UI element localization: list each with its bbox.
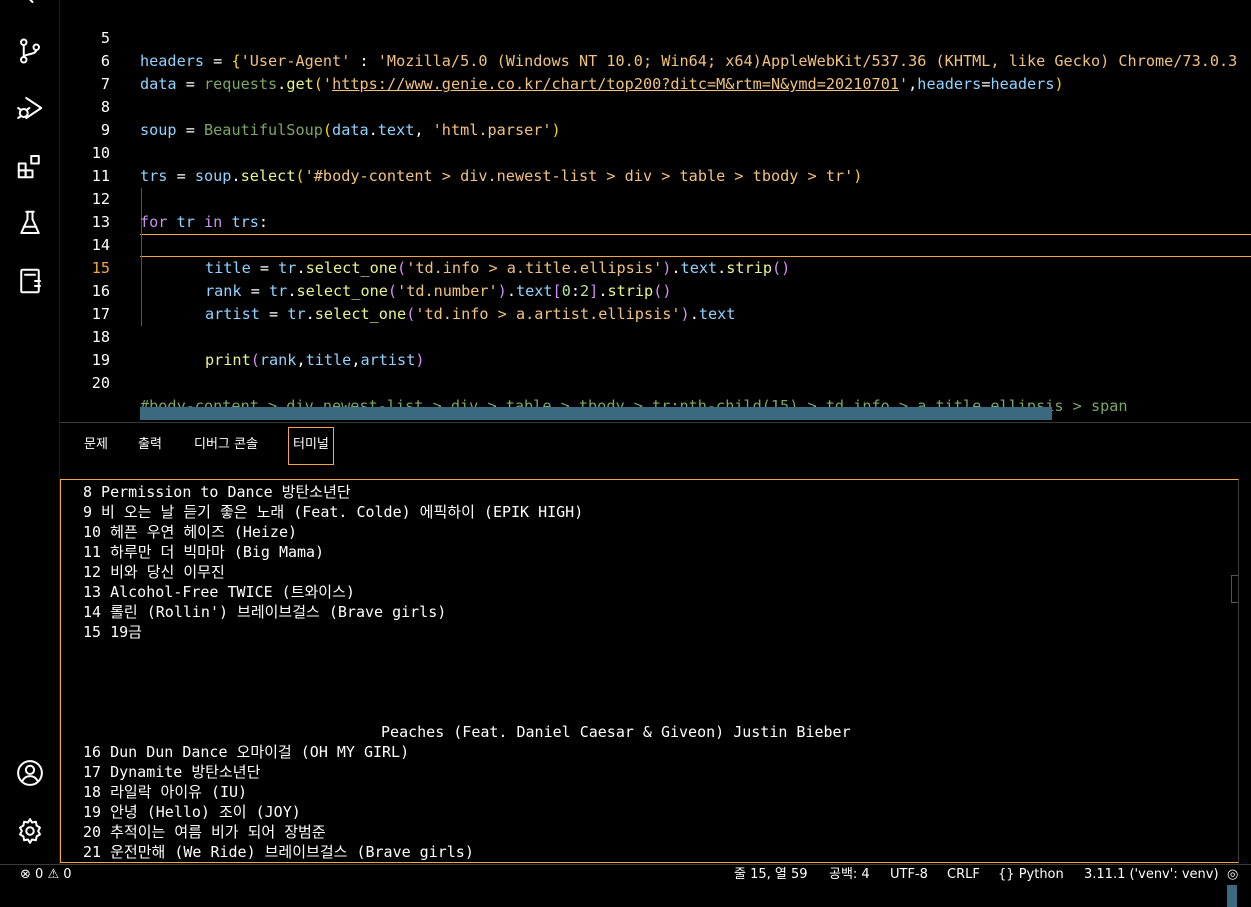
- code-line[interactable]: 13: [60, 188, 1251, 231]
- bottom-panel: 문제 출력 디버그 콘솔 터미널 8 Permission to Dance 방…: [60, 422, 1251, 907]
- testing-icon[interactable]: [14, 207, 46, 239]
- error-count: 0: [35, 867, 44, 882]
- code-line[interactable]: 19: [60, 326, 1251, 369]
- code-line[interactable]: 7: [60, 50, 1251, 93]
- source-control-icon[interactable]: [14, 35, 46, 67]
- code-line[interactable]: 20 #body-content > div.newest-list > div…: [60, 349, 1251, 415]
- terminal-scroll-marker: [1231, 575, 1238, 603]
- terminal-line: 21 운전만해 (We Ride) 브레이브걸스 (Brave girls): [83, 843, 474, 861]
- settings-gear-icon[interactable]: [14, 815, 46, 847]
- extensions-icon[interactable]: [14, 150, 46, 182]
- code-editor[interactable]: 5 headers = {'User-Agent' : 'Mozilla/5.0…: [60, 0, 1251, 422]
- terminal-line: Peaches (Feat. Daniel Caesar & Giveon) J…: [83, 723, 851, 741]
- tab-debug-console[interactable]: 디버그 콘솔: [190, 427, 262, 463]
- code-line[interactable]: 15 rank = tr.select_one('td.number').tex…: [60, 234, 1251, 300]
- code-line[interactable]: 6 data = requests.get('https://www.genie…: [60, 27, 1251, 93]
- problems-indicator[interactable]: ⊗ 0 ⚠ 0: [20, 865, 72, 885]
- python-interpreter[interactable]: 3.11.1 ('venv': venv): [1084, 865, 1219, 885]
- code-line[interactable]: 9: [60, 96, 1251, 139]
- code-line[interactable]: 11: [60, 142, 1251, 185]
- terminal-line: 20 추적이는 여름 비가 되어 장범준: [83, 823, 326, 841]
- terminal-line: 17 Dynamite 방탄소년단: [83, 763, 261, 781]
- code-line[interactable]: 8 soup = BeautifulSoup(data.text, 'html.…: [60, 73, 1251, 139]
- terminal[interactable]: 8 Permission to Dance 방탄소년단 9 비 오는 날 듣기 좋…: [60, 479, 1239, 907]
- run-debug-icon[interactable]: [14, 92, 46, 124]
- code-line[interactable]: 5 headers = {'User-Agent' : 'Mozilla/5.0…: [60, 4, 1251, 70]
- terminal-line: 15 19금: [83, 623, 142, 641]
- code-line[interactable]: 10 trs = soup.select('#body-content > di…: [60, 119, 1251, 185]
- cursor-position[interactable]: 줄 15, 열 59: [734, 865, 808, 885]
- broadcast-icon[interactable]: ◎: [1227, 865, 1238, 885]
- notebook-icon[interactable]: [14, 265, 46, 297]
- braces-icon: {}: [998, 867, 1015, 882]
- warning-icon: ⚠: [47, 867, 60, 882]
- indent-spaces[interactable]: 공백: 4: [829, 865, 870, 885]
- terminal-line: 8 Permission to Dance 방탄소년단: [83, 483, 351, 501]
- terminal-line: 14 롤린 (Rollin') 브레이브걸스 (Brave girls): [83, 603, 447, 621]
- tab-problems[interactable]: 문제: [80, 427, 112, 463]
- terminal-line: 9 비 오는 날 듣기 좋은 노래 (Feat. Colde) 에픽하이 (EP…: [83, 503, 584, 521]
- terminal-line: 10 헤픈 우연 헤이즈 (Heize): [83, 523, 298, 541]
- file-encoding[interactable]: UTF-8: [890, 865, 928, 885]
- terminal-line: 18 라일락 아이유 (IU): [83, 783, 248, 801]
- code-line[interactable]: 18 print(rank,title,artist): [60, 303, 1251, 369]
- terminal-line: 16 Dun Dun Dance 오마이걸 (OH MY GIRL): [83, 743, 410, 761]
- activity-bar: [0, 0, 60, 864]
- error-icon: ⊗: [20, 867, 31, 882]
- terminal-scrollbar[interactable]: [1227, 883, 1237, 907]
- code-line[interactable]: 17: [60, 280, 1251, 323]
- code-line[interactable]: 12 for tr in trs:: [60, 165, 1251, 231]
- terminal-line: 11 하루만 더 빅마마 (Big Mama): [83, 543, 325, 561]
- warning-count: 0: [63, 867, 72, 882]
- horizontal-scrollbar[interactable]: [140, 407, 1052, 420]
- line-number: 20: [91, 374, 110, 392]
- language-mode[interactable]: {} Python: [998, 865, 1064, 885]
- terminal-line: 13 Alcohol-Free TWICE (트와이스): [83, 583, 355, 601]
- panel-tabs: 문제 출력 디버그 콘솔 터미널: [60, 423, 1251, 479]
- line-ending[interactable]: CRLF: [947, 865, 980, 885]
- code-line[interactable]: 16 artist = tr.select_one('td.info > a.a…: [60, 257, 1251, 323]
- account-icon[interactable]: [14, 757, 46, 789]
- terminal-line: 19 안녕 (Hello) 조이 (JOY): [83, 803, 301, 821]
- code-line[interactable]: 14 title = tr.select_one('td.info > a.ti…: [60, 211, 1251, 277]
- tab-output[interactable]: 출력: [134, 427, 166, 463]
- terminal-line: 12 비와 당신 이무진: [83, 563, 225, 581]
- explorer-icon[interactable]: [14, 0, 46, 18]
- status-bar: ⊗ 0 ⚠ 0 줄 15, 열 59 공백: 4 UTF-8 CRLF {} P…: [0, 864, 1251, 885]
- tab-terminal[interactable]: 터미널: [288, 427, 334, 465]
